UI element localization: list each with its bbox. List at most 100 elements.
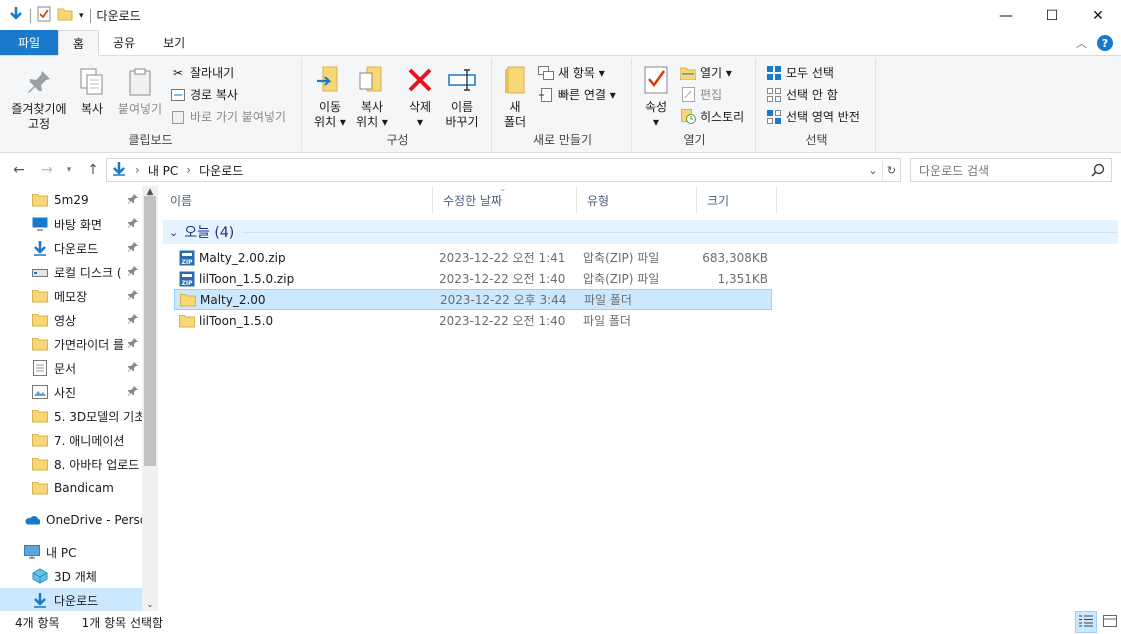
tab-view[interactable]: 보기	[149, 30, 199, 55]
open-button[interactable]: 열기 ▾	[680, 64, 732, 81]
download-icon[interactable]	[8, 6, 24, 25]
invert-selection-label: 선택 영역 반전	[786, 110, 860, 124]
search-input[interactable]: 다운로드 검색	[910, 158, 1112, 182]
tab-home[interactable]: 홈	[58, 30, 100, 56]
properties-icon[interactable]	[37, 6, 51, 25]
file-row[interactable]: ZIP lilToon_1.5.0.zip 2023-12-22 오전 1:40 압축…	[174, 268, 772, 289]
copy-path-button[interactable]: 경로 복사	[170, 86, 238, 103]
new-item-button[interactable]: 새 항목 ▾	[538, 64, 605, 81]
up-button[interactable]: ↑	[84, 160, 102, 180]
address-dropdown-icon[interactable]: ⌄	[864, 159, 882, 181]
select-none-button[interactable]: 선택 안 함	[766, 86, 838, 103]
properties-button[interactable]: 속성 ▾	[638, 64, 674, 130]
cut-label: 잘라내기	[190, 66, 235, 80]
column-date[interactable]: 수정한 날짜 ⌄	[433, 184, 577, 214]
open-folder-icon	[680, 65, 696, 81]
recent-dropdown-button[interactable]: ▾	[60, 160, 78, 180]
new-folder-button[interactable]: 새 폴더	[498, 64, 532, 130]
details-view-button[interactable]	[1075, 611, 1097, 633]
copy-to-button[interactable]: 복사 위치 ▾	[352, 64, 392, 130]
maximize-button[interactable]: ☐	[1029, 0, 1075, 31]
sidebar-item[interactable]: 메모장	[0, 284, 142, 308]
documents-icon	[32, 360, 48, 376]
file-row[interactable]: lilToon_1.5.0 2023-12-22 오전 1:40 파일 폴더	[174, 310, 772, 331]
search-icon[interactable]	[1091, 163, 1105, 180]
folder-icon	[180, 293, 196, 307]
sidebar-item[interactable]: Bandicam	[0, 476, 142, 500]
easy-access-button[interactable]: 빠른 연결 ▾	[538, 86, 616, 103]
pin-icon	[128, 217, 138, 231]
history-button[interactable]: 히스토리	[680, 108, 744, 125]
cut-button[interactable]: ✂ 잘라내기	[170, 64, 234, 81]
sidebar-item[interactable]: 내 PC	[0, 540, 142, 564]
open-group: 속성 ▾ 열기 ▾ 편집 히스토리 열기	[634, 58, 756, 151]
large-icons-view-button[interactable]	[1099, 611, 1121, 633]
divider	[89, 8, 91, 23]
organize-group: 이동 위치 ▾ 복사 위치 ▾ 삭제 ▾ 이름 바꾸기 구성	[304, 58, 492, 151]
file-row[interactable]: Malty_2.00 2023-12-22 오후 3:44 파일 폴더	[174, 289, 772, 310]
column-size[interactable]: 크기	[697, 186, 777, 214]
sidebar-item[interactable]: 문서	[0, 356, 142, 380]
customize-dropdown-icon[interactable]: ▾	[79, 11, 84, 21]
invert-selection-button[interactable]: 선택 영역 반전	[766, 108, 860, 125]
move-to-button[interactable]: 이동 위치 ▾	[310, 64, 350, 130]
sidebar-item[interactable]: OneDrive - Person	[0, 508, 142, 532]
sidebar-item[interactable]: 다운로드	[0, 236, 142, 260]
sidebar-item[interactable]: 영상	[0, 308, 142, 332]
file-name-cell: lilToon_1.5.0	[179, 314, 273, 328]
minimize-button[interactable]: —	[983, 0, 1029, 31]
sidebar-item-label: 로컬 디스크 (	[54, 265, 122, 280]
sidebar-item[interactable]: 바탕 화면	[0, 212, 142, 236]
close-button[interactable]: ✕	[1075, 0, 1121, 31]
scissors-icon: ✂	[172, 65, 184, 80]
clipboard-group-label: 클립보드	[128, 133, 173, 147]
nav-scrollbar[interactable]: ▲ ⌄	[142, 186, 158, 611]
chevron-right-icon: ›	[186, 163, 192, 177]
column-name[interactable]: 이름	[160, 186, 433, 214]
sidebar-item[interactable]: 가면라이더 를	[0, 332, 142, 356]
scroll-down-icon[interactable]: ⌄	[142, 599, 158, 611]
rename-button[interactable]: 이름 바꾸기	[442, 64, 482, 130]
tab-file[interactable]: 파일	[0, 30, 58, 55]
new-folder-icon[interactable]	[57, 6, 73, 25]
select-all-label: 모두 선택	[786, 66, 834, 80]
refresh-icon[interactable]: ↻	[882, 159, 900, 181]
group-header-today[interactable]: ⌄ 오늘 (4)	[163, 220, 1118, 244]
nav-scroll-thumb[interactable]	[144, 196, 156, 466]
pin-button[interactable]: 즐겨찾기에 고정	[6, 66, 72, 132]
tab-share[interactable]: 공유	[99, 30, 149, 55]
paste-button[interactable]: 붙여넣기	[114, 66, 166, 117]
select-all-button[interactable]: 모두 선택	[766, 64, 834, 81]
copy-to-label: 복사 위치 ▾	[356, 100, 388, 129]
delete-button[interactable]: 삭제 ▾	[400, 64, 440, 130]
sidebar-item[interactable]: 5m29	[0, 188, 142, 212]
properties-label: 속성 ▾	[644, 100, 668, 129]
address-bar[interactable]: › 내 PC › 다운로드 ⌄ ↻	[106, 158, 901, 182]
forward-button[interactable]: →	[38, 160, 56, 180]
sidebar-item[interactable]: 사진	[0, 380, 142, 404]
column-type[interactable]: 유형	[577, 186, 697, 214]
pc-icon	[24, 544, 40, 560]
edit-button[interactable]: 편집	[680, 86, 722, 103]
breadcrumb-pc[interactable]: 내 PC	[148, 162, 178, 179]
file-name: Malty_2.00.zip	[199, 250, 286, 265]
paste-shortcut-button[interactable]: 바로 가기 붙여넣기	[170, 108, 286, 125]
file-row[interactable]: ZIP Malty_2.00.zip 2023-12-22 오전 1:41 압축(ZI…	[174, 247, 772, 268]
sidebar-item[interactable]: 7. 애니메이션	[0, 428, 142, 452]
easy-access-icon	[538, 87, 554, 103]
sidebar-item[interactable]: 3D 개체	[0, 564, 142, 588]
sidebar-item[interactable]: 5. 3D모델의 기초	[0, 404, 142, 428]
copy-button[interactable]: 복사	[74, 66, 110, 117]
help-icon[interactable]: ?	[1097, 35, 1113, 51]
file-name: Malty_2.00	[200, 292, 266, 307]
file-size: 1,351KB	[717, 271, 768, 286]
sidebar-item-label: Bandicam	[54, 481, 114, 495]
breadcrumb-downloads[interactable]: 다운로드	[199, 162, 243, 179]
sidebar-item[interactable]: 다운로드	[0, 588, 142, 611]
sidebar-item[interactable]: 8. 아바타 업로드	[0, 452, 142, 476]
folder-icon	[32, 432, 48, 448]
copy-path-label: 경로 복사	[190, 88, 238, 102]
ribbon-collapse-icon[interactable]: ︿	[1076, 35, 1087, 51]
back-button[interactable]: ←	[10, 160, 28, 180]
sidebar-item[interactable]: 로컬 디스크 (	[0, 260, 142, 284]
